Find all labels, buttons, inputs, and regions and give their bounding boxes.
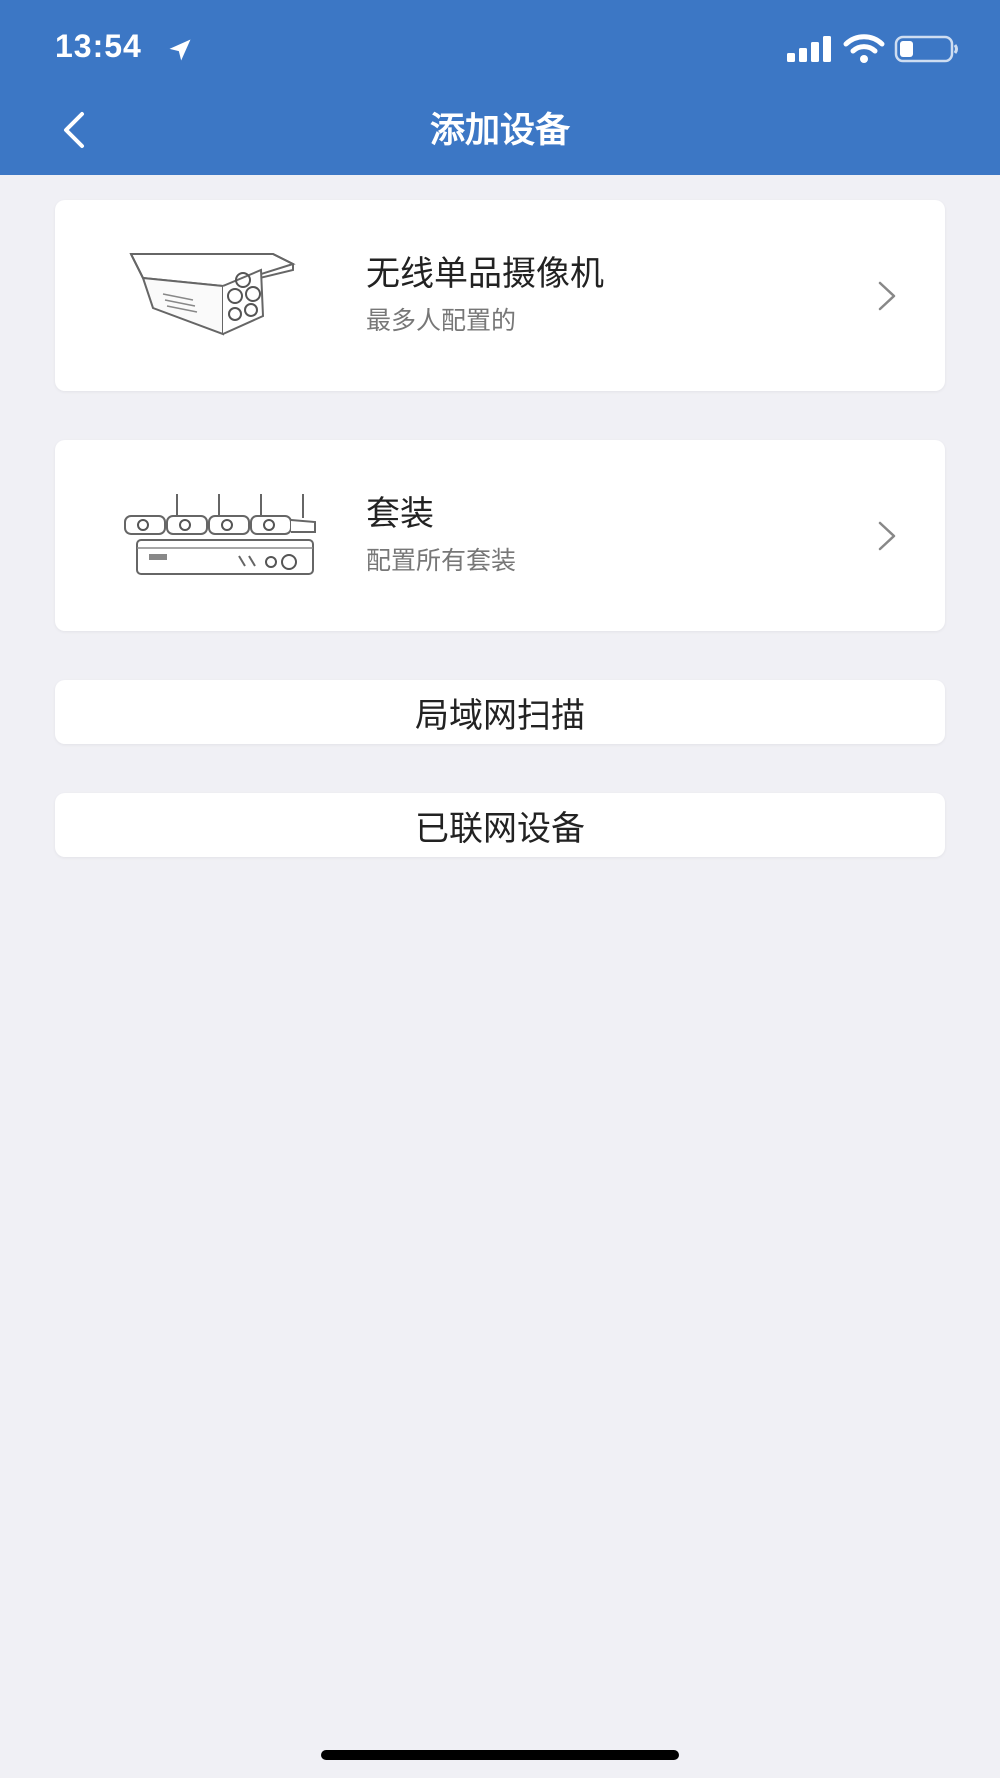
wireless-camera-subtitle: 最多人配置的 — [366, 306, 517, 335]
wifi-icon — [843, 34, 885, 63]
wireless-camera-title: 无线单品摄像机 — [366, 254, 604, 294]
bullet-camera-illustration — [129, 253, 296, 336]
battery-icon — [894, 35, 958, 63]
location-arrow-icon — [169, 39, 191, 61]
lan-scan-button[interactable]: 局域网扫描 — [55, 680, 945, 744]
chevron-right-icon — [878, 281, 896, 311]
networked-devices-button[interactable]: 已联网设备 — [55, 793, 945, 857]
camera-kit-title: 套装 — [366, 494, 434, 534]
chevron-right-icon — [878, 521, 896, 551]
camera-kit-nvr-illustration — [124, 494, 316, 575]
signal-icon — [787, 36, 831, 62]
nav-header: 13:54 添加设备 — [0, 0, 1000, 175]
home-indicator — [321, 1750, 679, 1760]
wireless-camera-option[interactable]: 无线单品摄像机 最多人配置的 — [55, 200, 945, 391]
status-time: 13:54 — [55, 28, 142, 64]
page-title: 添加设备 — [429, 111, 570, 151]
camera-kit-option[interactable]: 套装 配置所有套装 — [55, 440, 945, 631]
camera-kit-subtitle: 配置所有套装 — [366, 546, 517, 575]
